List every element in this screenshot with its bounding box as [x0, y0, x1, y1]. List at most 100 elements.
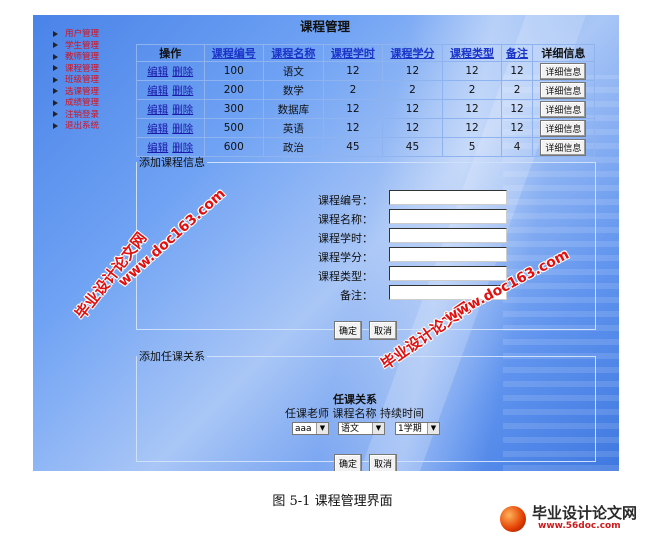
table-row: 编辑 删除 500 英语 12 12 12 12 详细信息: [136, 118, 596, 138]
relation-column-heads: 任课老师 课程名称 持续时间: [285, 407, 424, 420]
duration-select[interactable]: 1学期 ▼: [395, 422, 440, 435]
table-cell: 300: [203, 99, 265, 119]
course-id-input[interactable]: [389, 190, 507, 205]
edit-link[interactable]: 编辑: [147, 142, 168, 154]
column-header[interactable]: 备注: [501, 44, 533, 62]
arrow-icon: [53, 53, 58, 60]
table-cell: 数学: [263, 80, 324, 100]
arrow-icon: [53, 76, 58, 83]
course-table: 操作 课程编号 课程名称 课程学时 课程学分 课程类型 备注 详细信息 编辑 删除…: [136, 44, 596, 157]
field-label: 课程类型：: [318, 270, 373, 283]
form-row: 课程学分：: [257, 247, 537, 264]
add-course-legend: 添加课程信息: [139, 156, 205, 169]
cancel-button[interactable]: 取消: [369, 454, 398, 471]
arrow-icon: [53, 122, 58, 129]
delete-link[interactable]: 删除: [172, 66, 193, 78]
form-row: 课程学时：: [257, 228, 537, 245]
arrow-icon: [53, 42, 58, 48]
form-row: 课程类型：: [257, 266, 537, 283]
field-label: 课程学分：: [318, 251, 373, 264]
edit-link[interactable]: 编辑: [147, 85, 168, 97]
column-header[interactable]: 课程类型: [441, 44, 503, 62]
page-title: 课程管理: [300, 19, 351, 34]
detail-cell: 详细信息: [531, 61, 596, 81]
detail-button[interactable]: 详细信息: [540, 100, 587, 118]
site-logo: 毕业设计论文网 www.56doc.com: [500, 500, 660, 536]
form-row: 课程名称：: [257, 209, 537, 226]
delete-link[interactable]: 删除: [172, 123, 193, 135]
actions-cell: 编辑 删除: [136, 118, 205, 138]
table-cell: 2: [441, 80, 503, 100]
table-cell: 12: [441, 61, 503, 81]
table-cell: 12: [382, 99, 443, 119]
sidebar-item[interactable]: 班级管理: [53, 75, 99, 87]
edit-link[interactable]: 编辑: [147, 66, 168, 78]
table-row: 编辑 删除 100 语文 12 12 12 12 详细信息: [136, 61, 596, 81]
table-header-row: 操作 课程编号 课程名称 课程学时 课程学分 课程类型 备注 详细信息: [136, 44, 596, 62]
cancel-button[interactable]: 取消: [369, 321, 398, 340]
app-window: 用户管理 学生管理 教师管理 课程管理 班级管理 选课管理 成绩管理 注销登录 …: [33, 15, 619, 471]
detail-button[interactable]: 详细信息: [540, 62, 587, 80]
course-hours-input[interactable]: [389, 228, 507, 243]
table-cell: 语文: [263, 61, 324, 81]
course-name-input[interactable]: [389, 209, 507, 224]
table-cell: 12: [501, 99, 533, 119]
table-cell: 12: [322, 118, 384, 138]
delete-link[interactable]: 删除: [172, 142, 193, 154]
delete-link[interactable]: 删除: [172, 85, 193, 97]
table-cell: 2: [322, 80, 384, 100]
table-cell: 100: [203, 61, 265, 81]
course-select-value: 语文: [341, 424, 360, 434]
detail-button[interactable]: 详细信息: [540, 81, 587, 99]
add-relation-legend: 添加任课关系: [139, 350, 205, 363]
column-header: 详细信息: [531, 44, 596, 62]
table-cell: 12: [501, 61, 533, 81]
course-select[interactable]: 语文 ▼: [338, 422, 385, 435]
detail-button[interactable]: 详细信息: [540, 119, 587, 137]
edit-link[interactable]: 编辑: [147, 123, 168, 135]
sidebar-item[interactable]: 用户管理: [53, 29, 99, 41]
table-cell: 500: [203, 118, 265, 138]
sidebar-item[interactable]: 成绩管理: [53, 98, 99, 110]
teacher-select-value: aaa: [295, 424, 312, 434]
table-row: 编辑 删除 300 数据库 12 12 12 12 详细信息: [136, 99, 596, 119]
column-header[interactable]: 课程名称: [263, 44, 324, 62]
course-type-input[interactable]: [389, 266, 507, 281]
logo-ball-icon: [500, 506, 526, 532]
teacher-select[interactable]: aaa ▼: [292, 422, 329, 435]
column-header: 操作: [136, 44, 205, 62]
actions-cell: 编辑 删除: [136, 61, 205, 81]
course-credits-input[interactable]: [389, 247, 507, 262]
field-label: 备注：: [340, 289, 373, 302]
table-cell: 200: [203, 80, 265, 100]
sidebar-item[interactable]: 课程管理: [53, 64, 99, 76]
delete-link[interactable]: 删除: [172, 104, 193, 116]
sidebar-item[interactable]: 教师管理: [53, 52, 99, 64]
column-header[interactable]: 课程学分: [382, 44, 443, 62]
sidebar-item[interactable]: 选课管理: [53, 87, 99, 99]
confirm-button[interactable]: 确定: [334, 454, 363, 471]
column-header[interactable]: 课程学时: [322, 44, 384, 62]
confirm-button[interactable]: 确定: [334, 321, 363, 340]
sidebar-item[interactable]: 注销登录: [53, 110, 99, 122]
edit-link[interactable]: 编辑: [147, 104, 168, 116]
sidebar-item[interactable]: 学生管理: [53, 41, 99, 53]
table-cell: 2: [501, 80, 533, 100]
table-cell: 12: [441, 99, 503, 119]
detail-cell: 详细信息: [531, 80, 596, 100]
column-header[interactable]: 课程编号: [203, 44, 265, 62]
sidebar-item[interactable]: 退出系统: [53, 121, 99, 133]
add-course-fieldset: 添加课程信息 课程编号： 课程名称： 课程学时： 课程学分： 课程类型： 备注：…: [136, 154, 596, 340]
detail-cell: 详细信息: [531, 99, 596, 119]
table-row: 编辑 删除 200 数学 2 2 2 2 详细信息: [136, 80, 596, 100]
field-label: 课程学时：: [318, 232, 373, 245]
actions-cell: 编辑 删除: [136, 80, 205, 100]
arrow-icon: [53, 88, 58, 94]
table-cell: 12: [322, 61, 384, 81]
table-cell: 2: [382, 80, 443, 100]
actions-cell: 编辑 删除: [136, 99, 205, 119]
detail-button[interactable]: 详细信息: [540, 138, 587, 156]
chevron-down-icon: ▼: [427, 423, 439, 434]
site-logo-name: 毕业设计论文网: [532, 504, 638, 522]
table-cell: 12: [501, 118, 533, 138]
